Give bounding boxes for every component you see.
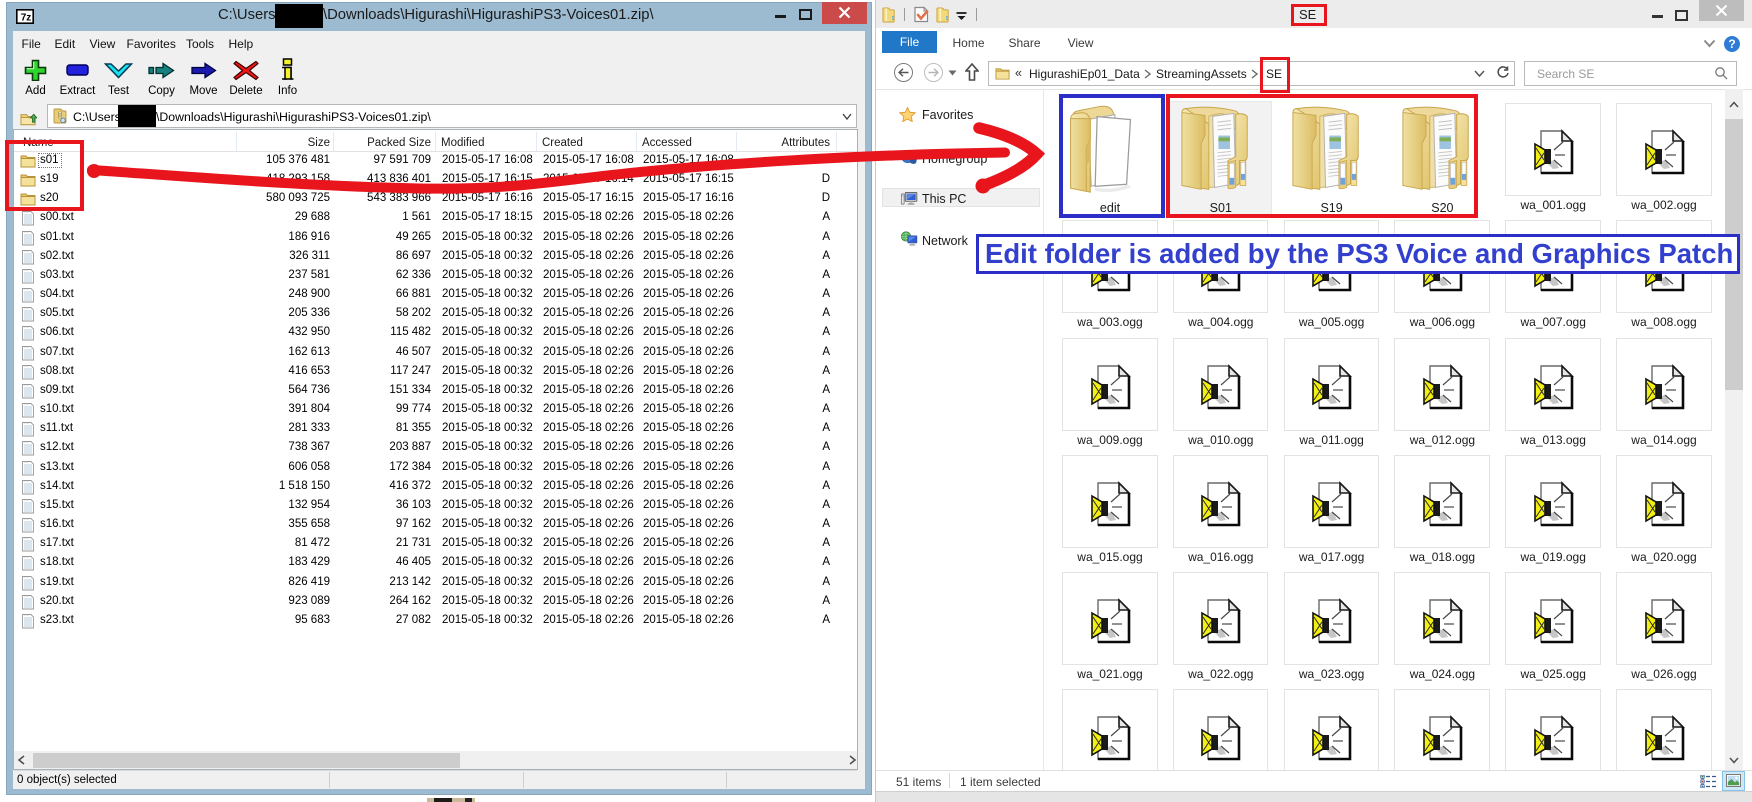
svg-text:7z: 7z: [21, 13, 32, 24]
